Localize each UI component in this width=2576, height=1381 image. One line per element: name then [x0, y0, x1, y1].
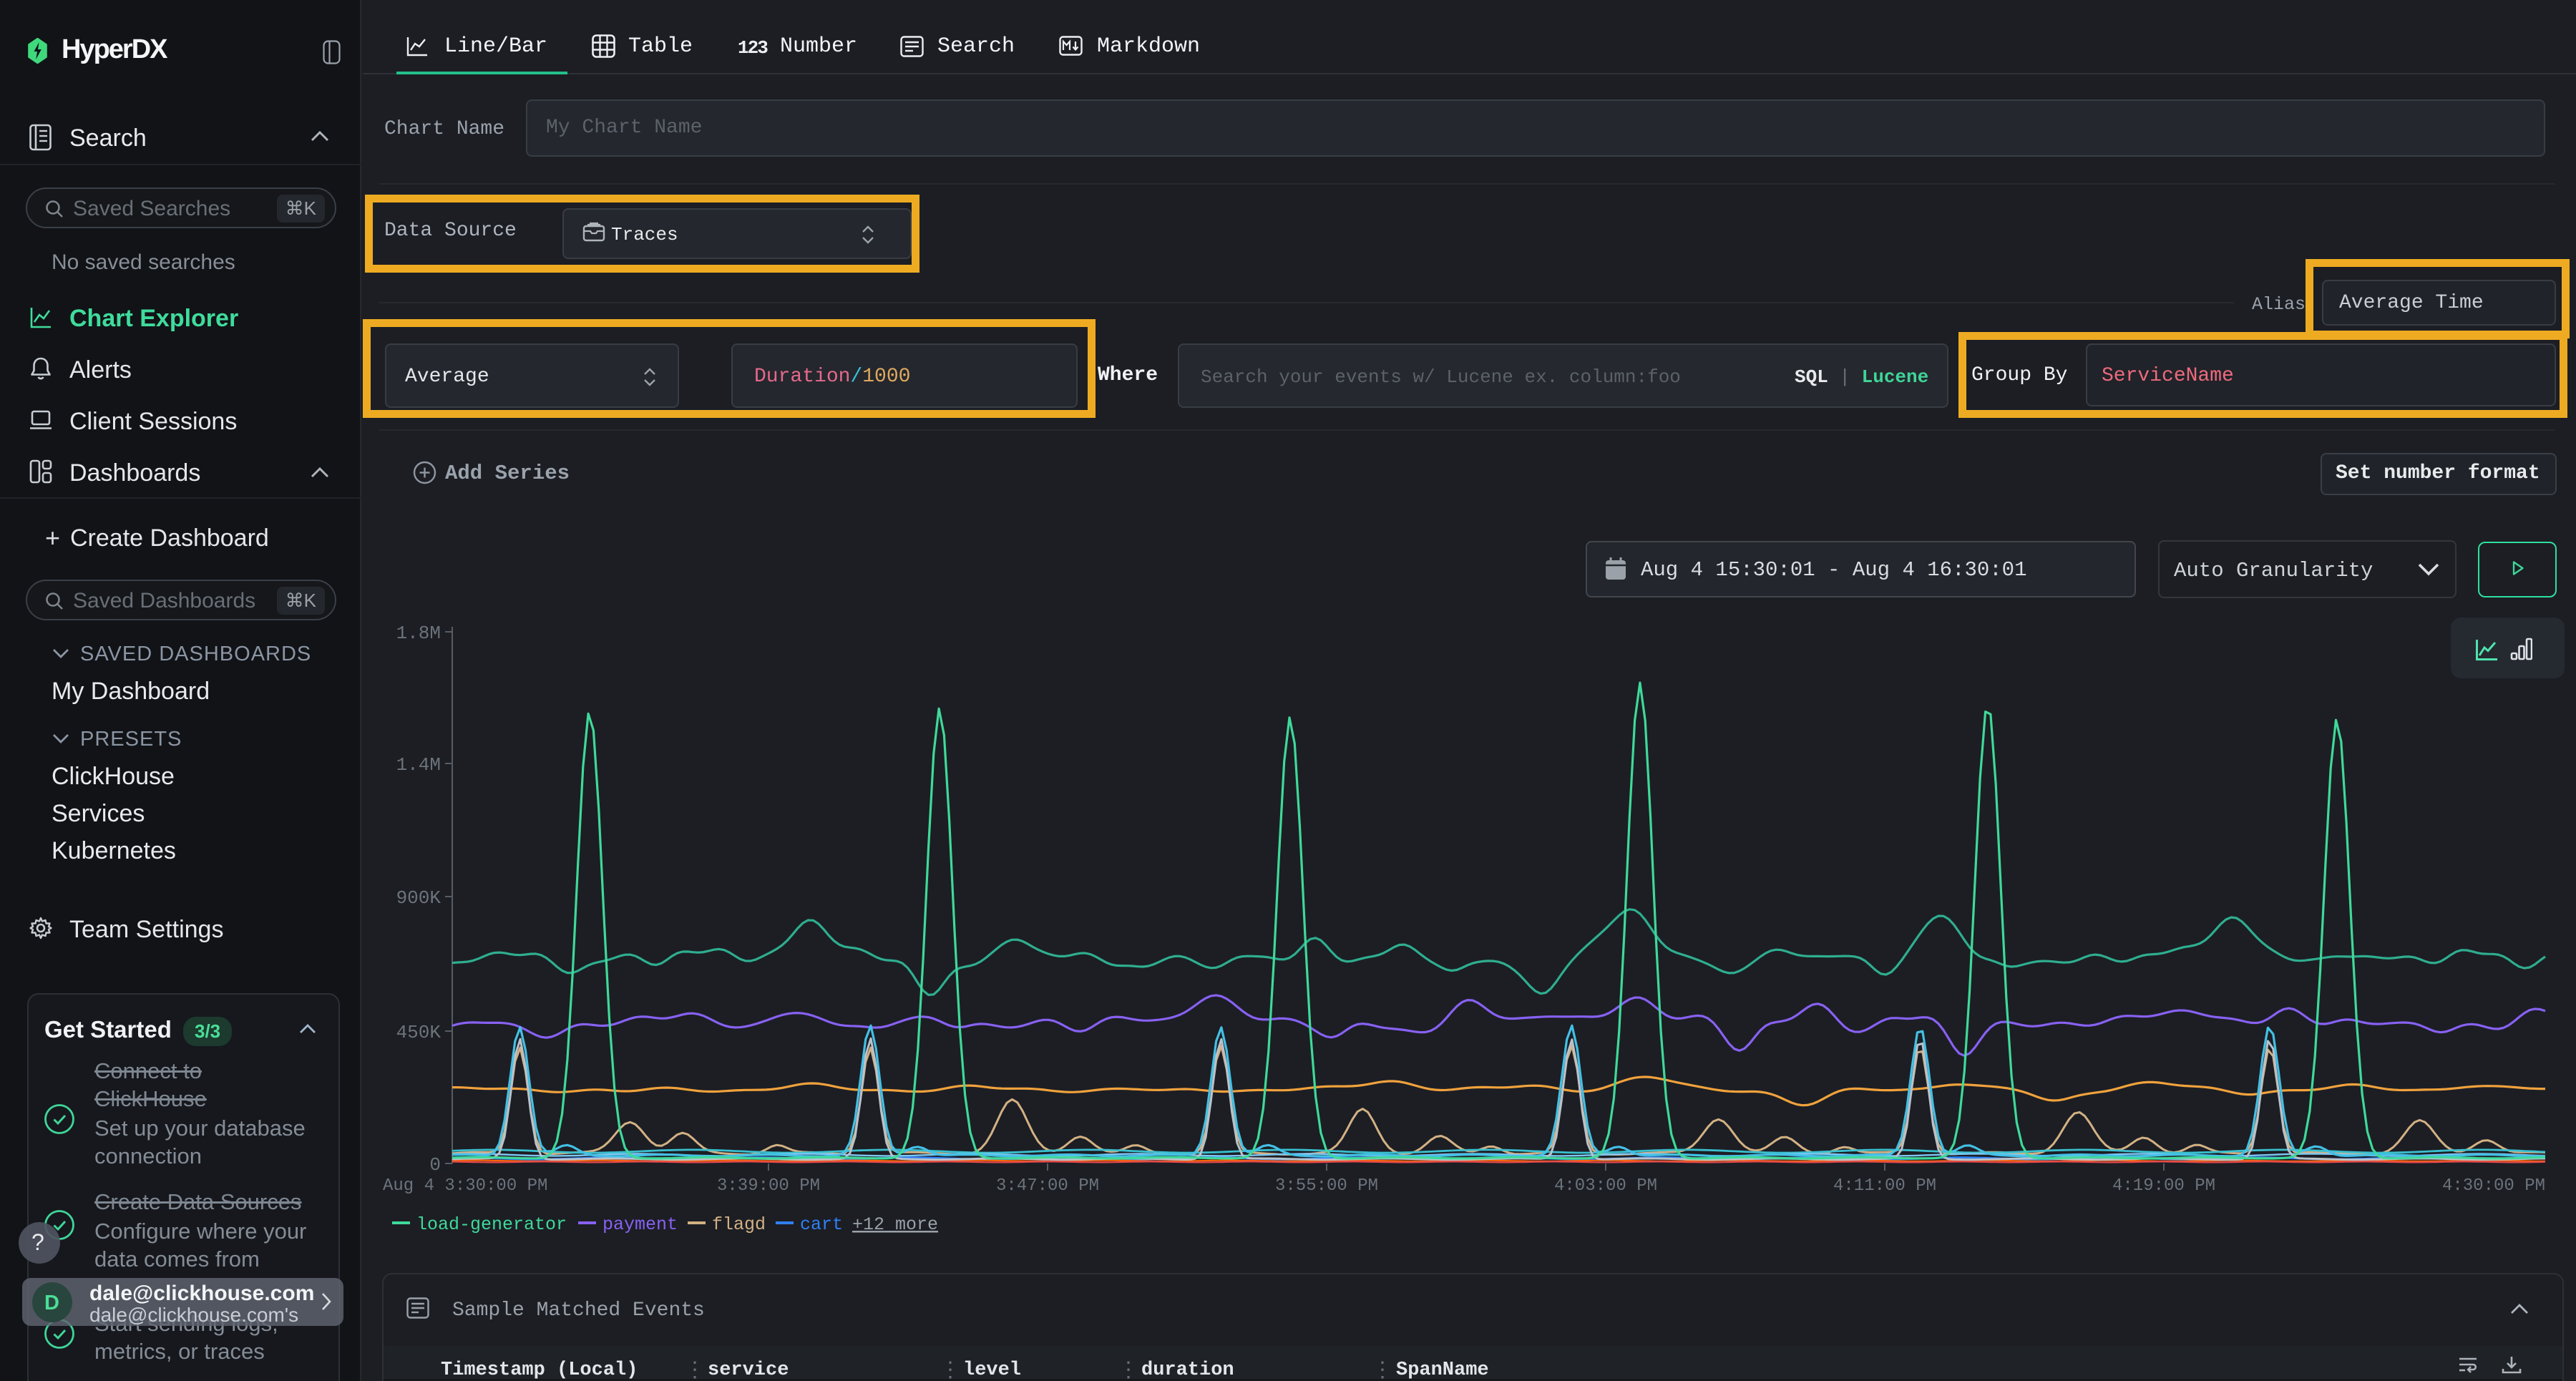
svg-text:0: 0	[429, 1154, 441, 1176]
svg-text:900K: 900K	[396, 887, 441, 909]
svg-text:Aug 4 3:30:00 PM: Aug 4 3:30:00 PM	[383, 1176, 547, 1196]
svg-text:flagd: flagd	[712, 1214, 766, 1235]
svg-text:3:39:00 PM: 3:39:00 PM	[717, 1176, 820, 1196]
svg-text:4:19:00 PM: 4:19:00 PM	[2112, 1176, 2215, 1196]
svg-text:4:30:00 PM: 4:30:00 PM	[2442, 1176, 2545, 1196]
svg-text:3:47:00 PM: 3:47:00 PM	[996, 1176, 1099, 1196]
svg-text:payment: payment	[602, 1214, 678, 1235]
svg-text:1.4M: 1.4M	[396, 754, 441, 776]
svg-text:4:11:00 PM: 4:11:00 PM	[1833, 1176, 1936, 1196]
svg-text:3:55:00 PM: 3:55:00 PM	[1275, 1176, 1378, 1196]
svg-text:1.8M: 1.8M	[396, 623, 441, 644]
svg-text:4:03:00 PM: 4:03:00 PM	[1554, 1176, 1657, 1196]
svg-text:+12 more: +12 more	[852, 1214, 938, 1235]
svg-text:450K: 450K	[396, 1022, 441, 1043]
svg-text:load-generator: load-generator	[416, 1214, 567, 1235]
svg-text:cart: cart	[800, 1214, 843, 1235]
